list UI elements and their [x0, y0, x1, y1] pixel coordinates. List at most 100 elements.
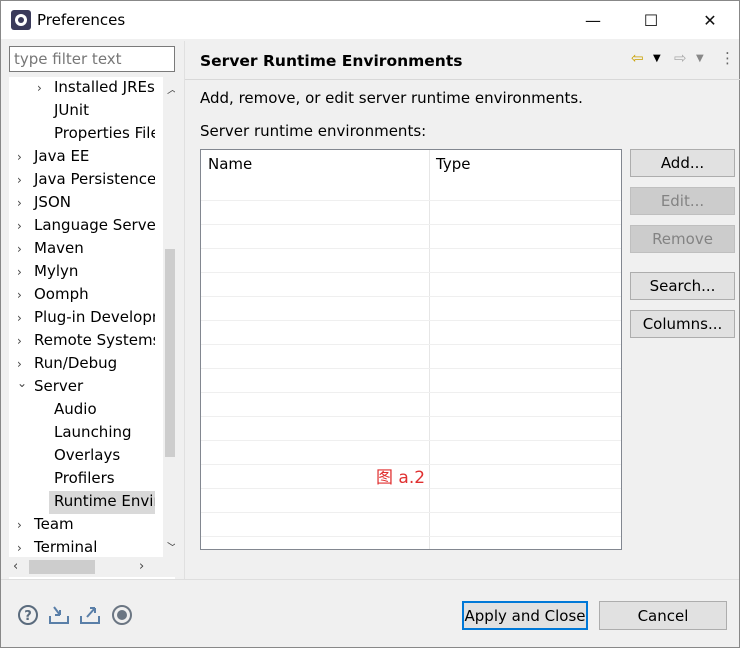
row-gridline: [201, 392, 621, 393]
tree-item-plugin-development[interactable]: › Plug-in Development: [9, 307, 155, 330]
tree-item-label: Java EE: [34, 147, 90, 165]
forward-dropdown-icon[interactable]: ▼: [696, 53, 704, 64]
tree-item-profilers[interactable]: Profilers: [9, 468, 155, 491]
maximize-button[interactable]: ☐: [622, 1, 680, 39]
record-icon[interactable]: [111, 604, 133, 626]
import-icon[interactable]: [48, 604, 70, 626]
row-gridline: [201, 440, 621, 441]
tree-item-label: Audio: [54, 400, 97, 418]
tree-item-java-persistence[interactable]: › Java Persistence: [9, 169, 155, 192]
svg-text:?: ?: [24, 609, 32, 624]
header-divider: [185, 79, 740, 80]
row-gridline: [201, 416, 621, 417]
tree-item-label: Installed JREs: [54, 78, 155, 96]
chevron-right-icon[interactable]: ›: [17, 518, 29, 532]
minimize-button[interactable]: —: [564, 1, 622, 39]
tree-item-oomph[interactable]: › Oomph: [9, 284, 155, 307]
tree-item-label: Launching: [54, 423, 132, 441]
tree-item-runtime-environments[interactable]: Runtime Environments: [49, 491, 155, 514]
chevron-right-icon[interactable]: ›: [17, 311, 29, 325]
tree-item-label: Java Persistence: [34, 170, 155, 188]
tree-item-label: Runtime Environments: [54, 492, 155, 510]
chevron-right-icon[interactable]: ›: [17, 541, 29, 555]
chevron-right-icon[interactable]: ›: [17, 242, 29, 256]
view-menu-icon[interactable]: ⋮: [720, 49, 735, 67]
row-gridline: [201, 320, 621, 321]
apply-and-close-button[interactable]: Apply and Close: [462, 601, 588, 630]
chevron-right-icon[interactable]: ›: [17, 357, 29, 371]
tree-item-properties-files[interactable]: Properties Files: [9, 123, 155, 146]
tree-item-maven[interactable]: › Maven: [9, 238, 155, 261]
tree-item-language-servers[interactable]: › Language Servers: [9, 215, 155, 238]
tree-item-label: Terminal: [34, 538, 98, 556]
tree-item-audio[interactable]: Audio: [9, 399, 155, 422]
runtime-environments-table[interactable]: Name Type 图 a.2: [200, 149, 622, 550]
chevron-right-icon[interactable]: ›: [17, 219, 29, 233]
scroll-right-icon[interactable]: ›: [139, 559, 144, 574]
add-button[interactable]: Add...: [630, 149, 735, 177]
export-icon[interactable]: [79, 604, 101, 626]
vertical-scroll-thumb[interactable]: [165, 249, 175, 457]
filter-input[interactable]: [9, 46, 175, 72]
tree-item-junit[interactable]: JUnit: [9, 100, 155, 123]
page-navigation: ⇦ ▼ ⇨ ▼ ⋮: [628, 49, 738, 69]
page-description: Add, remove, or edit server runtime envi…: [200, 89, 583, 107]
tree-item-server[interactable]: ⌄ Server: [9, 376, 155, 399]
columns-button[interactable]: Columns...: [630, 310, 735, 338]
tree-item-label: JSON: [34, 193, 71, 211]
tree-item-team[interactable]: › Team: [9, 514, 155, 537]
tree-item-mylyn[interactable]: › Mylyn: [9, 261, 155, 284]
page-title: Server Runtime Environments: [200, 52, 463, 70]
title-bar: Preferences — ☐ ✕: [1, 1, 739, 39]
row-gridline: [201, 224, 621, 225]
scroll-down-icon[interactable]: ﹀: [167, 539, 175, 555]
chevron-right-icon[interactable]: ›: [17, 173, 29, 187]
scroll-up-icon[interactable]: ︿: [167, 81, 175, 97]
dialog-button-bar: ? Apply and Close Cancel: [1, 579, 739, 647]
chevron-down-icon[interactable]: ⌄: [17, 376, 29, 390]
runtime-list-label: Server runtime environments:: [200, 122, 427, 140]
tree-item-label: Mylyn: [34, 262, 79, 280]
tree-item-label: Maven: [34, 239, 84, 257]
row-gridline: [201, 368, 621, 369]
back-dropdown-icon[interactable]: ▼: [653, 53, 661, 64]
close-button[interactable]: ✕: [681, 1, 739, 39]
edit-button[interactable]: Edit...: [630, 187, 735, 215]
cancel-button[interactable]: Cancel: [599, 601, 727, 630]
chevron-right-icon[interactable]: ›: [17, 288, 29, 302]
figure-caption: 图 a.2: [376, 468, 426, 488]
preferences-window: Preferences — ☐ ✕ › Installed JREs JUnit…: [0, 0, 740, 648]
horizontal-scroll-thumb[interactable]: [29, 560, 95, 574]
forward-arrow-icon[interactable]: ⇨: [674, 49, 687, 67]
tree-item-installed-jres[interactable]: › Installed JREs: [9, 77, 155, 100]
tree-vertical-scrollbar[interactable]: ︿ ﹀: [163, 77, 175, 557]
tree-item-label: Run/Debug: [34, 354, 118, 372]
back-arrow-icon[interactable]: ⇦: [631, 49, 644, 67]
tree-horizontal-scrollbar[interactable]: ‹ ›: [9, 557, 163, 577]
help-icon[interactable]: ?: [17, 604, 39, 626]
column-separator: [429, 150, 430, 549]
preference-page: Server Runtime Environments ⇦ ▼ ⇨ ▼ ⋮ Ad…: [184, 41, 740, 579]
scroll-left-icon[interactable]: ‹: [13, 559, 18, 574]
chevron-right-icon[interactable]: ›: [17, 150, 29, 164]
window-title: Preferences: [37, 11, 126, 29]
remove-button[interactable]: Remove: [630, 225, 735, 253]
tree-item-launching[interactable]: Launching: [9, 422, 155, 445]
tree-item-run-debug[interactable]: › Run/Debug: [9, 353, 155, 376]
search-button[interactable]: Search...: [630, 272, 735, 300]
row-gridline: [201, 272, 621, 273]
column-header-name[interactable]: Name: [201, 150, 429, 200]
chevron-right-icon[interactable]: ›: [17, 334, 29, 348]
chevron-right-icon[interactable]: ›: [17, 196, 29, 210]
column-header-type[interactable]: Type: [429, 150, 621, 200]
tree-item-java-ee[interactable]: › Java EE: [9, 146, 155, 169]
tree-item-label: Team: [34, 515, 74, 533]
tree-item-json[interactable]: › JSON: [9, 192, 155, 215]
tree-item-label: Properties Files: [54, 124, 155, 142]
chevron-right-icon[interactable]: ›: [37, 81, 49, 95]
tree-item-label: Language Servers: [34, 216, 155, 234]
preference-tree: › Installed JREs JUnit Properties Files …: [9, 77, 175, 579]
tree-item-overlays[interactable]: Overlays: [9, 445, 155, 468]
chevron-right-icon[interactable]: ›: [17, 265, 29, 279]
tree-item-remote-systems[interactable]: › Remote Systems: [9, 330, 155, 353]
